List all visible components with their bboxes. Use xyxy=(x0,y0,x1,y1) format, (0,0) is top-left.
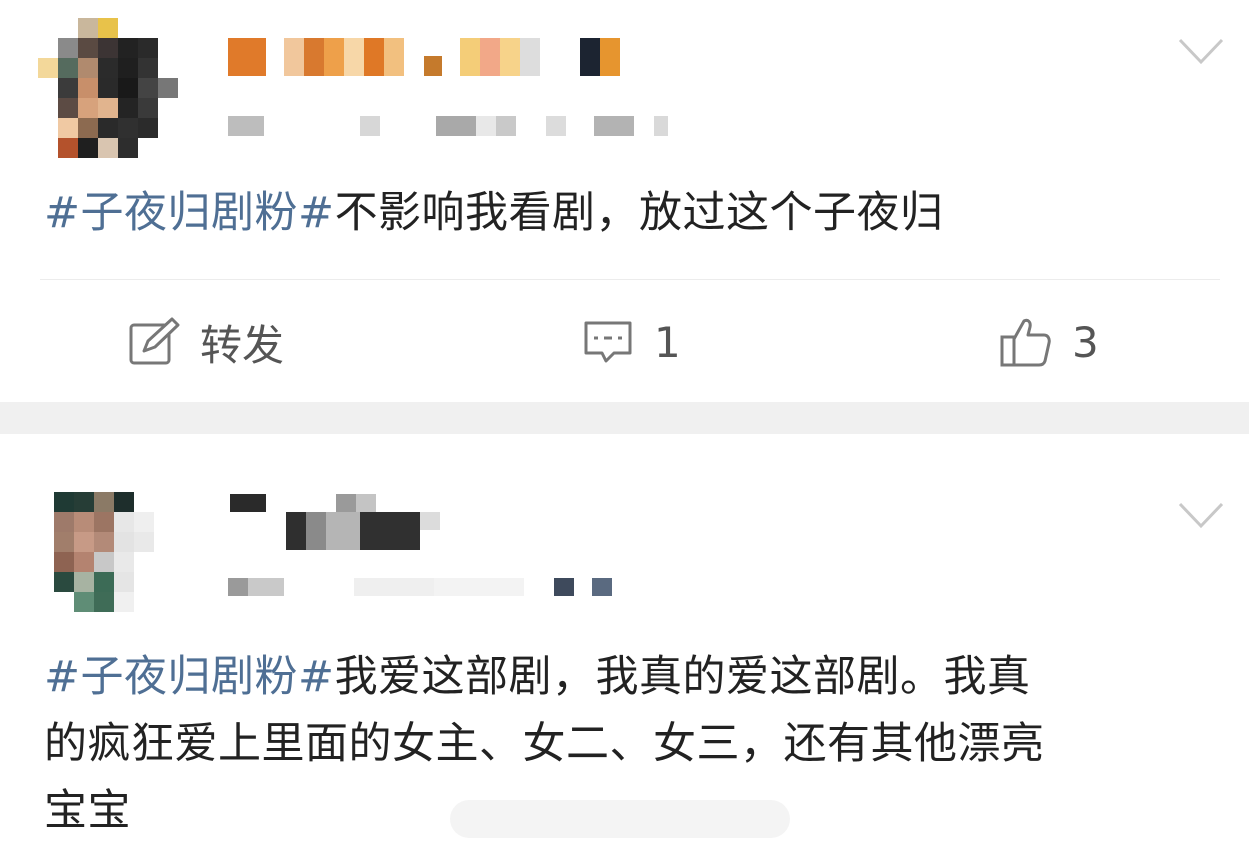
like-icon xyxy=(1000,317,1052,367)
comment-count: 1 xyxy=(654,317,681,367)
post-meta-blurred xyxy=(228,115,668,137)
chevron-down-icon[interactable] xyxy=(1178,36,1224,66)
username-blurred-row2 xyxy=(286,512,440,550)
repost-label: 转发 xyxy=(200,320,285,370)
post-card[interactable]: #子夜归剧粉#我爱这部剧，我真的爱这部剧。我真的疯狂爱上里面的女主、女二、女三，… xyxy=(0,434,1249,845)
divider xyxy=(40,279,1220,280)
post-text: #子夜归剧粉#不影响我看剧，放过这个子夜归 xyxy=(44,180,944,247)
username-blurred[interactable] xyxy=(228,38,620,76)
comment-icon xyxy=(582,317,634,367)
post-card[interactable]: #子夜归剧粉#不影响我看剧，放过这个子夜归 转发 1 3 xyxy=(0,0,1249,402)
comment-button[interactable]: 1 xyxy=(582,312,681,372)
feed: #子夜归剧粉#不影响我看剧，放过这个子夜归 转发 1 3 #子夜归剧粉#我爱这部… xyxy=(0,0,1249,845)
post-meta-blurred xyxy=(228,570,612,604)
like-button[interactable]: 3 xyxy=(1000,312,1099,372)
feed-separator xyxy=(0,402,1249,434)
repost-icon xyxy=(128,317,180,367)
chevron-down-icon[interactable] xyxy=(1178,500,1224,530)
topic-link[interactable]: #子夜归剧粉# xyxy=(44,652,335,702)
post-body-line2: 的疯狂爱上里面的女主、女二、女三，还有其他漂亮 xyxy=(44,719,1045,769)
post-body-line1: 我爱这部剧，我真的爱这部剧。我真 xyxy=(334,652,1031,702)
avatar[interactable] xyxy=(54,492,194,632)
watermark xyxy=(450,800,790,838)
like-count: 3 xyxy=(1072,317,1099,367)
repost-button[interactable]: 转发 xyxy=(128,312,284,372)
post-body-line3: 宝宝 xyxy=(44,786,131,836)
topic-link[interactable]: #子夜归剧粉# xyxy=(44,188,335,238)
avatar[interactable] xyxy=(38,18,178,158)
post-body: 不影响我看剧，放过这个子夜归 xyxy=(334,188,944,238)
